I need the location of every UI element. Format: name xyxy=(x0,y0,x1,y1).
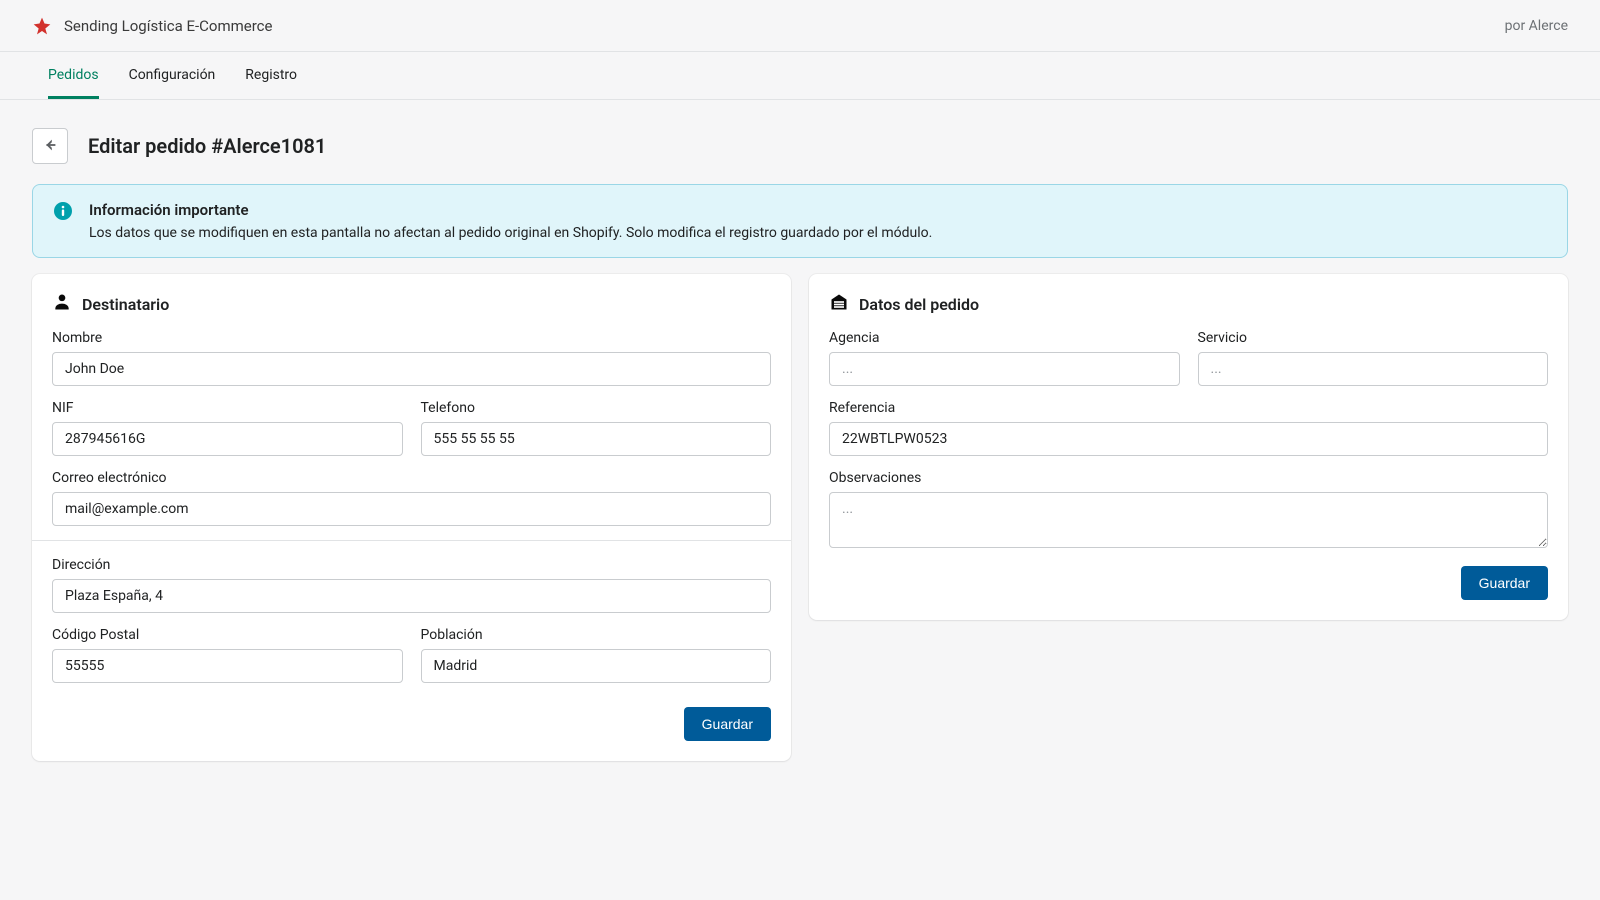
input-zip[interactable] xyxy=(52,649,403,683)
app-logo-icon xyxy=(32,16,52,36)
info-banner: Información importante Los datos que se … xyxy=(32,184,1568,258)
save-order-button[interactable]: Guardar xyxy=(1461,566,1548,600)
info-icon xyxy=(53,201,73,221)
card-recipient-title: Destinatario xyxy=(82,295,169,314)
card-recipient-header: Destinatario xyxy=(52,292,771,316)
page-title: Editar pedido #Alerce1081 xyxy=(88,134,326,158)
field-nif: NIF xyxy=(52,400,403,456)
topbar: Sending Logística E-Commerce por Alerce xyxy=(0,0,1600,52)
person-icon xyxy=(52,292,72,316)
divider xyxy=(32,540,791,541)
label-service: Servicio xyxy=(1198,330,1549,346)
field-city: Población xyxy=(421,627,772,683)
label-agency: Agencia xyxy=(829,330,1180,346)
input-phone[interactable] xyxy=(421,422,772,456)
input-nif[interactable] xyxy=(52,422,403,456)
input-name[interactable] xyxy=(52,352,771,386)
tab-orders[interactable]: Pedidos xyxy=(48,52,99,99)
field-name: Nombre xyxy=(52,330,771,386)
field-zip: Código Postal xyxy=(52,627,403,683)
label-zip: Código Postal xyxy=(52,627,403,643)
label-address: Dirección xyxy=(52,557,771,573)
field-reference: Referencia xyxy=(829,400,1548,456)
warehouse-icon xyxy=(829,292,849,316)
label-email: Correo electrónico xyxy=(52,470,771,486)
save-recipient-button[interactable]: Guardar xyxy=(684,707,771,741)
card-order-header: Datos del pedido xyxy=(829,292,1548,316)
input-city[interactable] xyxy=(421,649,772,683)
page-header: Editar pedido #Alerce1081 xyxy=(32,128,1568,164)
tab-config[interactable]: Configuración xyxy=(129,52,216,99)
back-button[interactable] xyxy=(32,128,68,164)
two-column-layout: Destinatario Nombre NIF Telefono Correo … xyxy=(32,274,1568,761)
arrow-left-icon xyxy=(41,136,59,157)
input-agency[interactable] xyxy=(829,352,1180,386)
banner-content: Información importante Los datos que se … xyxy=(89,201,932,241)
card-order-title: Datos del pedido xyxy=(859,295,979,314)
label-phone: Telefono xyxy=(421,400,772,416)
input-address[interactable] xyxy=(52,579,771,613)
field-phone: Telefono xyxy=(421,400,772,456)
banner-title: Información importante xyxy=(89,201,932,219)
label-reference: Referencia xyxy=(829,400,1548,416)
order-actions: Guardar xyxy=(829,566,1548,600)
card-recipient: Destinatario Nombre NIF Telefono Correo … xyxy=(32,274,791,761)
card-order: Datos del pedido Agencia Servicio Refere… xyxy=(809,274,1568,620)
by-line: por Alerce xyxy=(1505,18,1568,34)
tab-log[interactable]: Registro xyxy=(245,52,297,99)
field-email: Correo electrónico xyxy=(52,470,771,526)
banner-text: Los datos que se modifiquen en esta pant… xyxy=(89,225,932,241)
app-title: Sending Logística E-Commerce xyxy=(64,17,272,35)
field-agency: Agencia xyxy=(829,330,1180,386)
tabs-bar: Pedidos Configuración Registro xyxy=(0,52,1600,100)
field-service: Servicio xyxy=(1198,330,1549,386)
recipient-actions: Guardar xyxy=(52,707,771,741)
input-email[interactable] xyxy=(52,492,771,526)
label-notes: Observaciones xyxy=(829,470,1548,486)
field-notes: Observaciones xyxy=(829,470,1548,552)
label-name: Nombre xyxy=(52,330,771,346)
input-service[interactable] xyxy=(1198,352,1549,386)
topbar-left: Sending Logística E-Commerce xyxy=(32,16,272,36)
label-city: Población xyxy=(421,627,772,643)
input-reference[interactable] xyxy=(829,422,1548,456)
field-address: Dirección xyxy=(52,557,771,613)
input-notes[interactable] xyxy=(829,492,1548,548)
page-body: Editar pedido #Alerce1081 Información im… xyxy=(0,100,1600,801)
label-nif: NIF xyxy=(52,400,403,416)
